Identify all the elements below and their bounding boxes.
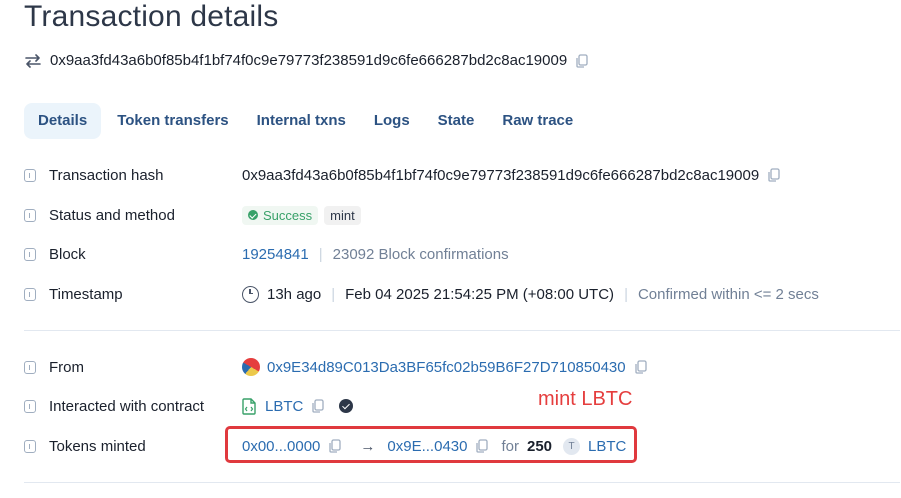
row-interacted-contract: Interacted with contract LBTC	[24, 394, 884, 418]
page-title: Transaction details	[24, 0, 279, 33]
row-label: From	[49, 358, 84, 376]
info-icon[interactable]	[24, 287, 36, 301]
row-value: 0x9aa3fd43a6b0f85b4f1bf74f0c9e79773f2385…	[242, 167, 781, 184]
info-icon[interactable]	[24, 399, 36, 413]
row-status-method: Status and method Success mint	[24, 203, 884, 227]
annotation-highlight-box	[225, 426, 637, 463]
block-confirmations: 23092 Block confirmations	[332, 245, 509, 263]
verified-check-icon	[339, 399, 354, 413]
row-value: 13h ago | Feb 04 2025 21:54:25 PM (+08:0…	[242, 285, 819, 303]
tab-bar: Details Token transfers Internal txns Lo…	[24, 103, 587, 139]
row-label: Interacted with contract	[49, 397, 205, 415]
row-value: 19254841 | 23092 Block confirmations	[242, 246, 509, 263]
status-badge: Success	[242, 205, 319, 225]
swap-icon	[24, 53, 42, 68]
info-icon[interactable]	[24, 247, 36, 261]
row-from: From 0x9E34d89C013Da3BF65fc02b59B6F27D71…	[24, 355, 884, 379]
tab-raw-trace[interactable]: Raw trace	[488, 103, 587, 139]
status-text: Success	[263, 207, 313, 223]
row-label: Block	[49, 245, 86, 263]
check-circle-icon	[248, 210, 258, 220]
annotation-label: mint LBTC	[538, 388, 633, 410]
section-divider	[24, 330, 900, 331]
row-label: Transaction hash	[49, 166, 164, 184]
info-icon[interactable]	[24, 168, 36, 182]
confirmation-duration: Confirmed within <= 2 secs	[637, 285, 819, 303]
clock-icon	[242, 285, 259, 303]
row-value: LBTC	[242, 397, 354, 415]
tab-state[interactable]: State	[424, 103, 489, 139]
copy-icon[interactable]	[311, 399, 325, 413]
separator: |	[624, 285, 628, 303]
block-number-link[interactable]: 19254841	[242, 246, 309, 263]
copy-icon[interactable]	[575, 53, 589, 68]
method-badge: mint	[324, 205, 361, 225]
row-label: Status and method	[49, 206, 175, 224]
timestamp-relative: 13h ago	[267, 285, 322, 303]
row-block: Block 19254841 | 23092 Block confirmatio…	[24, 242, 884, 266]
row-transaction-hash: Transaction hash 0x9aa3fd43a6b0f85b4f1bf…	[24, 163, 884, 187]
row-label: Timestamp	[49, 285, 123, 303]
separator: |	[318, 245, 323, 263]
tab-logs[interactable]: Logs	[360, 103, 424, 139]
section-divider	[24, 482, 900, 483]
info-icon[interactable]	[24, 439, 36, 453]
header-tx-hash: 0x9aa3fd43a6b0f85b4f1bf74f0c9e79773f2385…	[24, 52, 589, 69]
row-timestamp: Timestamp 13h ago | Feb 04 2025 21:54:25…	[24, 282, 884, 306]
separator: |	[331, 285, 336, 303]
address-avatar	[242, 358, 260, 376]
tab-internal-txns[interactable]: Internal txns	[243, 103, 360, 139]
info-icon[interactable]	[24, 360, 36, 374]
row-value: Success mint	[242, 205, 361, 225]
contract-file-icon	[242, 397, 257, 415]
row-label: Tokens minted	[49, 437, 146, 455]
from-address-link[interactable]: 0x9E34d89C013Da3BF65fc02b59B6F27D7108504…	[267, 359, 626, 376]
header-tx-hash-text: 0x9aa3fd43a6b0f85b4f1bf74f0c9e79773f2385…	[50, 52, 568, 69]
transaction-hash-value: 0x9aa3fd43a6b0f85b4f1bf74f0c9e79773f2385…	[242, 166, 760, 184]
info-icon[interactable]	[24, 208, 36, 222]
copy-icon[interactable]	[634, 360, 648, 374]
tab-token-transfers[interactable]: Token transfers	[103, 103, 242, 139]
row-value: 0x9E34d89C013Da3BF65fc02b59B6F27D7108504…	[242, 358, 648, 376]
timestamp-absolute: Feb 04 2025 21:54:25 PM (+08:00 UTC)	[345, 285, 615, 303]
tab-details[interactable]: Details	[24, 103, 102, 139]
copy-icon[interactable]	[767, 168, 781, 182]
contract-link[interactable]: LBTC	[265, 398, 303, 415]
